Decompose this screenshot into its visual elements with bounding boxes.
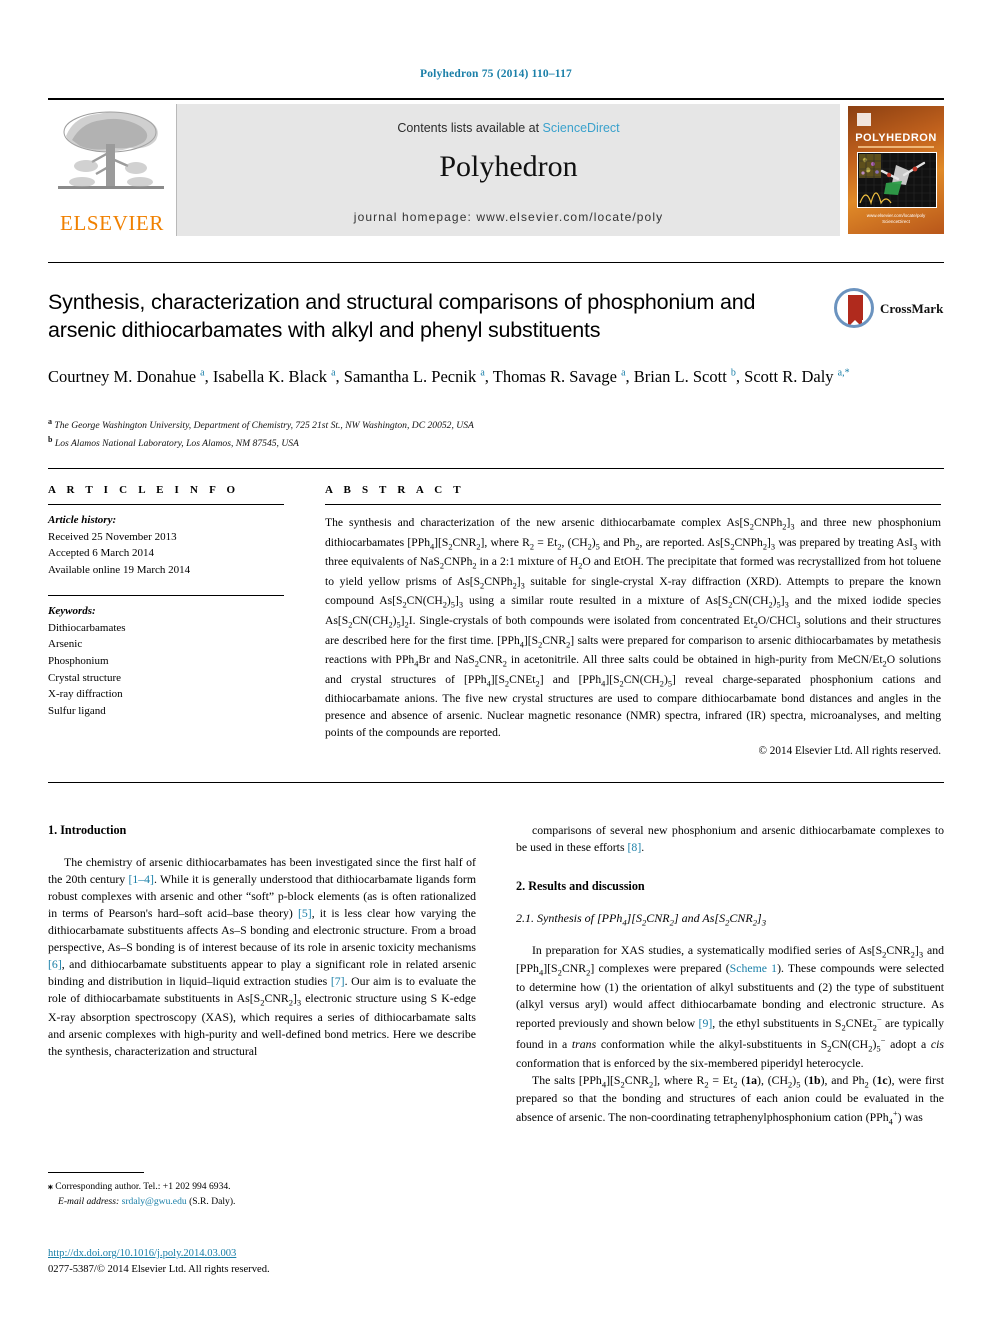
abstract-text: The synthesis and characterization of th… <box>325 516 942 740</box>
keywords-rule <box>48 594 284 596</box>
intro-continuation: comparisons of several new phosphonium a… <box>516 823 944 855</box>
subsection-heading-synthesis: 2.1. Synthesis of [PPh4][S2CNR2] and As[… <box>516 910 767 928</box>
article-history-label: Article history: <box>48 514 117 526</box>
cover-divider <box>858 146 934 148</box>
email-owner: (S.R. Daly). <box>189 1195 236 1207</box>
body-column-left: 1. Introduction The chemistry of arsenic… <box>48 822 476 1060</box>
corresponding-author-line: ⁎ Corresponding author. Tel.: +1 202 994… <box>48 1181 231 1192</box>
doi-block: http://dx.doi.org/10.1016/j.poly.2014.03… <box>48 1246 476 1279</box>
running-head: Polyhedron 75 (2014) 110–117 <box>419 68 573 80</box>
article-info-panel: A R T I C L E I N F O Article history: R… <box>48 484 298 720</box>
history-received: Received 25 November 2013 <box>48 530 177 543</box>
keyword-item: Phosphonium <box>48 655 109 668</box>
abstract-heading: A B S T R A C T <box>325 484 465 496</box>
elsevier-logo: ELSEVIER <box>48 104 177 236</box>
issn-copyright: 0277-5387/© 2014 Elsevier Ltd. All right… <box>48 1264 270 1276</box>
journal-homepage-link[interactable]: journal homepage: www.elsevier.com/locat… <box>177 210 840 224</box>
history-online: Available online 19 March 2014 <box>48 564 191 577</box>
keywords-label: Keywords: <box>48 604 96 617</box>
journal-masthead: ELSEVIER Contents lists available at Sci… <box>48 98 944 240</box>
cover-footer-text: www.elsevier.com/locate/poly ScienceDirec… <box>866 212 926 225</box>
journal-cover-thumbnail[interactable]: POLYHEDRON www.elsevier.com/locate/poly … <box>840 104 944 236</box>
doi-link[interactable]: http://dx.doi.org/10.1016/j.poly.2014.03… <box>48 1246 476 1262</box>
contents-prefix: Contents lists available at <box>397 121 543 135</box>
article-info-heading: A R T I C L E I N F O <box>48 484 240 496</box>
journal-title: Polyhedron <box>439 150 578 183</box>
keyword-item: Sulfur ligand <box>48 705 106 718</box>
crossmark-badge[interactable]: CrossMark <box>834 288 944 336</box>
masthead-band: Contents lists available at ScienceDirec… <box>177 104 840 236</box>
abstract-rule <box>325 504 941 505</box>
results-paragraph-2: The salts [PPh4][S2CNR2], where R2 = Et2… <box>516 1072 944 1127</box>
abstract-copyright: © 2014 Elsevier Ltd. All rights reserved… <box>758 745 942 758</box>
article-history: Article history: Received 25 November 20… <box>48 512 298 579</box>
crossmark-icon <box>834 288 874 328</box>
section-heading-results: 2. Results and discussion <box>516 879 645 894</box>
author-list: Courtney M. Donahue a, Isabella K. Black… <box>48 367 850 386</box>
cover-publisher-icon <box>857 113 871 126</box>
sciencedirect-link[interactable]: ScienceDirect <box>543 121 620 135</box>
email-label: E-mail address: <box>58 1195 120 1207</box>
info-divider-top <box>48 468 944 469</box>
abstract-panel: A B S T R A C T The synthesis and charac… <box>325 484 941 757</box>
affiliation-list: a The George Washington University, Depa… <box>48 416 928 452</box>
keywords-list: Keywords: Dithiocarbamates Arsenic Phosp… <box>48 603 298 720</box>
affiliation-b: b Los Alamos National Laboratory, Los Al… <box>48 435 299 450</box>
title-divider <box>48 262 944 263</box>
cover-artwork <box>857 152 937 208</box>
history-accepted: Accepted 6 March 2014 <box>48 547 154 560</box>
article-page: Polyhedron 75 (2014) 110–117 ELSEVIER Co… <box>0 0 992 1323</box>
keyword-item: X-ray diffraction <box>48 688 123 701</box>
section-heading-introduction: 1. Introduction <box>48 823 127 837</box>
email-line: E-mail address: srdaly@gwu.edu (S.R. Dal… <box>48 1195 476 1210</box>
page-title: Synthesis, characterization and structur… <box>48 290 756 343</box>
intro-paragraph: The chemistry of arsenic dithiocarbamate… <box>48 854 476 1059</box>
keyword-item: Crystal structure <box>48 671 122 684</box>
cover-title-text: POLYHEDRON <box>855 132 937 144</box>
body-column-right: comparisons of several new phosphonium a… <box>516 822 944 1128</box>
corresponding-author-footnote: ⁎ Corresponding author. Tel.: +1 202 994… <box>48 1180 476 1210</box>
keyword-item: Dithiocarbamates <box>48 621 126 634</box>
contents-available-line: Contents lists available at ScienceDirec… <box>177 121 840 135</box>
email-link[interactable]: srdaly@gwu.edu <box>122 1196 187 1207</box>
keyword-item: Arsenic <box>48 638 83 651</box>
info-divider-bottom <box>48 782 944 783</box>
footnote-divider <box>48 1172 144 1173</box>
results-paragraph-1: In preparation for XAS studies, a system… <box>516 942 945 1070</box>
affiliation-a: a The George Washington University, Depa… <box>48 417 474 432</box>
elsevier-tree-icon <box>58 111 164 189</box>
elsevier-wordmark: ELSEVIER <box>60 211 164 235</box>
article-info-rule <box>48 504 284 505</box>
crossmark-label: CrossMark <box>880 301 944 316</box>
